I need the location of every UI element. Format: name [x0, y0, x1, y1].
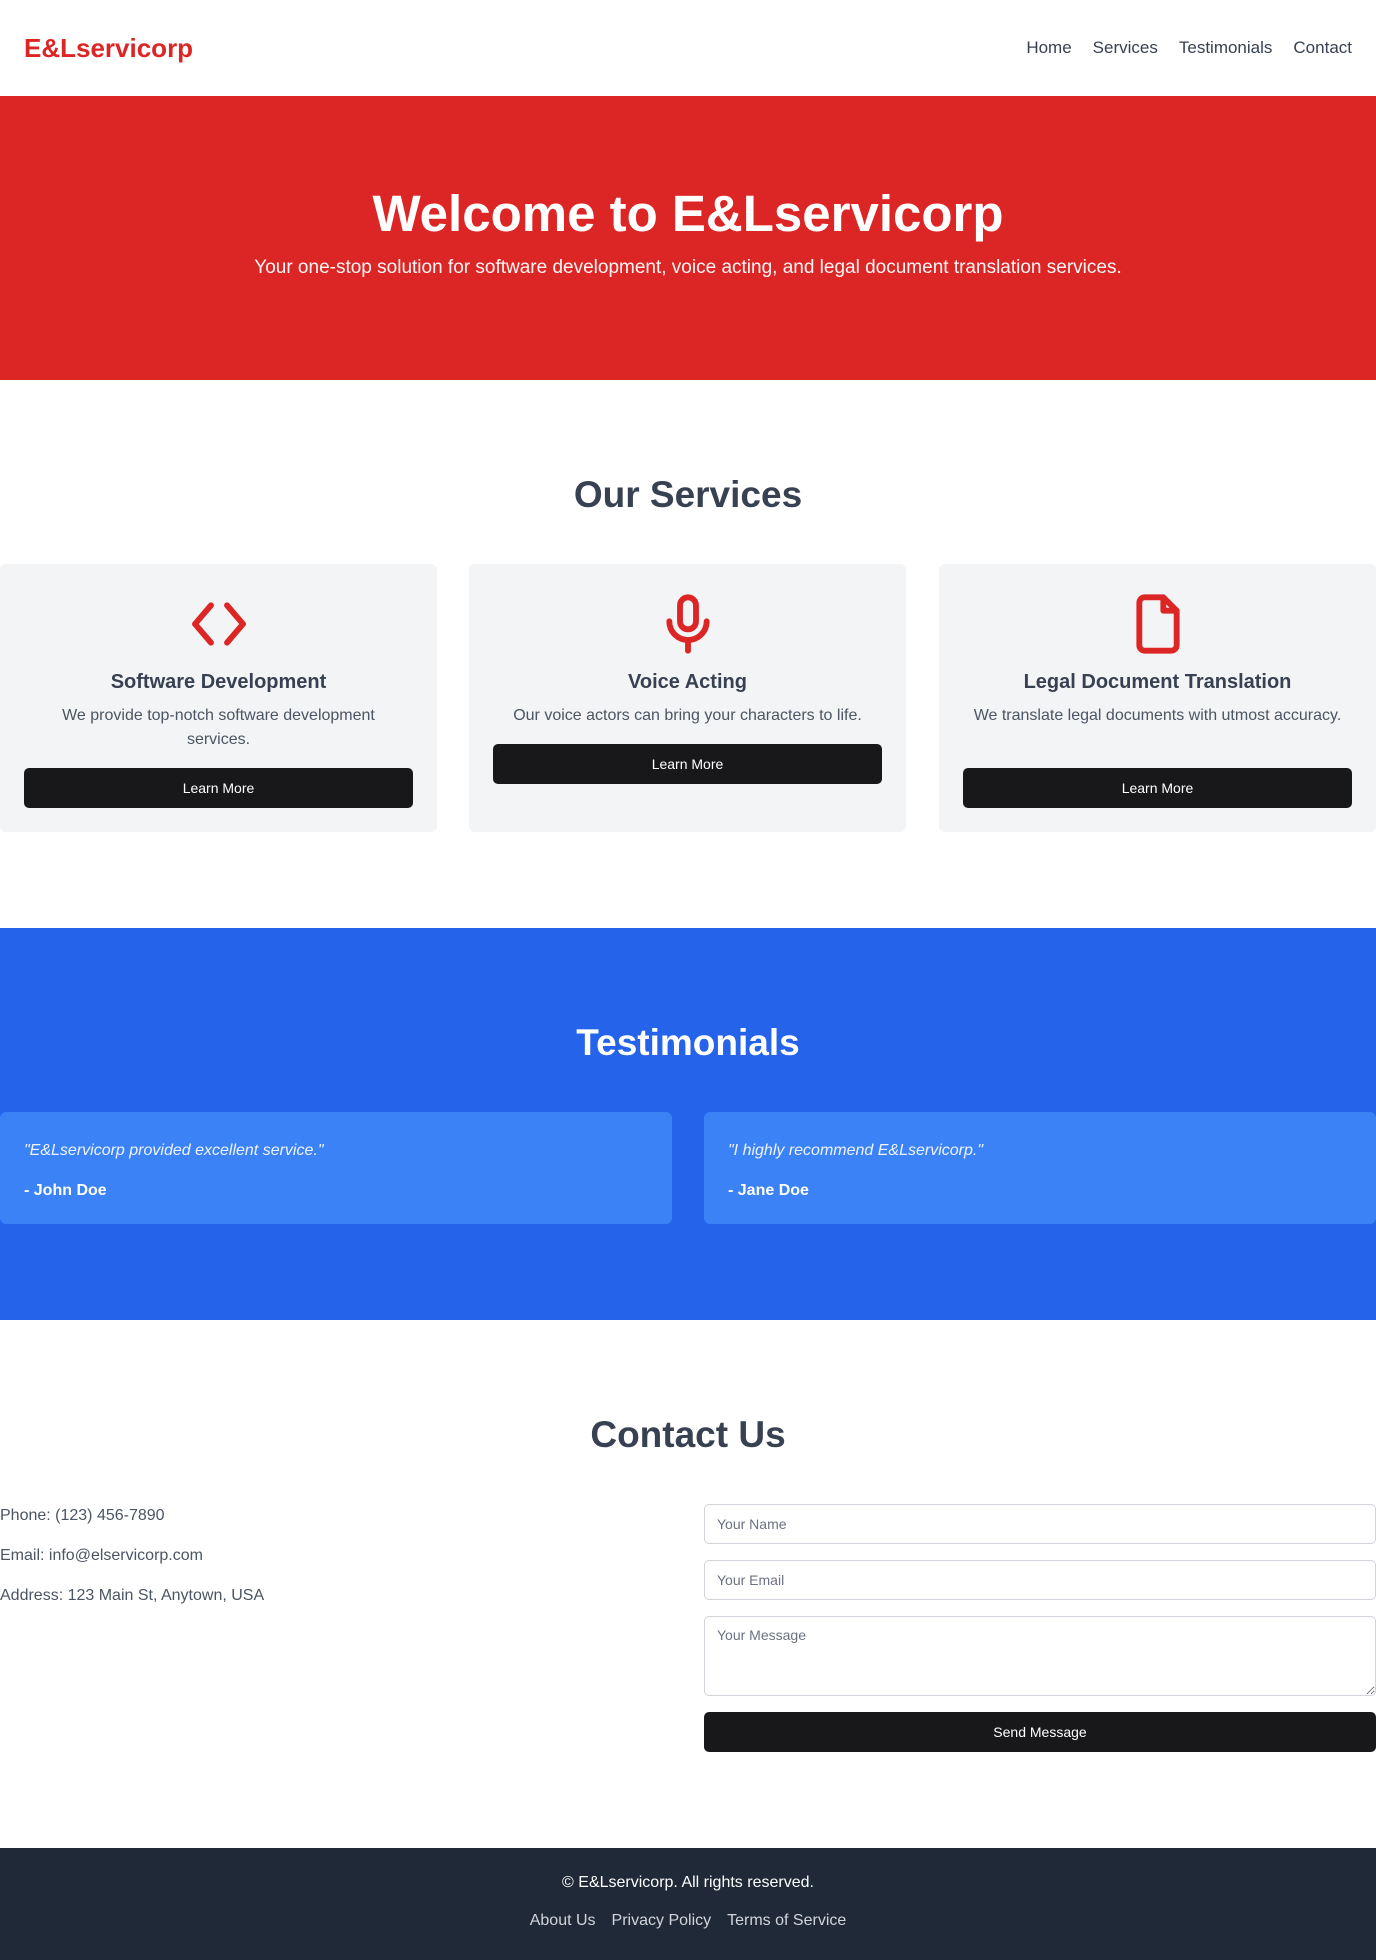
contact-email: Email: info@elservicorp.com — [0, 1547, 203, 1564]
nav-link-testimonials[interactable]: Testimonials — [1179, 38, 1273, 58]
send-message-button[interactable]: Send Message — [704, 1712, 1376, 1752]
microphone-icon — [469, 592, 906, 656]
nav-link-contact[interactable]: Contact — [1293, 38, 1352, 58]
document-icon — [939, 592, 1376, 656]
testimonial-card: "E&Lservicorp provided excellent service… — [0, 1112, 672, 1224]
testimonial-quote: "E&Lservicorp provided excellent service… — [24, 1142, 324, 1159]
service-card-software: Software Development We provide top-notc… — [0, 564, 437, 832]
service-description: Our voice actors can bring your characte… — [513, 707, 862, 724]
services-title: Our Services — [573, 474, 803, 515]
message-textarea[interactable] — [704, 1616, 1376, 1696]
email-input[interactable] — [704, 1560, 1376, 1600]
learn-more-button[interactable]: Learn More — [963, 768, 1352, 808]
hero-title: Welcome to E&Lservicorp — [372, 185, 1004, 242]
footer-links: About Us Privacy Policy Terms of Service — [0, 1912, 1376, 1930]
contact-address: Address: 123 Main St, Anytown, USA — [0, 1587, 265, 1604]
learn-more-button[interactable]: Learn More — [24, 768, 413, 808]
testimonials-title: Testimonials — [576, 1022, 800, 1063]
code-icon — [0, 592, 437, 656]
service-description: We provide top-notch software developmen… — [62, 707, 375, 748]
nav-link-home[interactable]: Home — [1026, 38, 1071, 58]
service-title: Software Development — [110, 671, 327, 693]
service-card-translation: Legal Document Translation We translate … — [939, 564, 1376, 832]
service-title: Voice Acting — [628, 671, 747, 693]
name-input[interactable] — [704, 1504, 1376, 1544]
learn-more-button[interactable]: Learn More — [493, 744, 882, 784]
contact-phone: Phone: (123) 456-7890 — [0, 1507, 165, 1524]
testimonials-section: Testimonials "E&Lservicorp provided exce… — [0, 928, 1376, 1320]
main-nav: Home Services Testimonials Contact — [1026, 38, 1352, 58]
hero-section: Welcome to E&Lservicorp Your one-stop so… — [0, 96, 1376, 380]
site-header: E&Lservicorp Home Services Testimonials … — [0, 0, 1376, 96]
testimonial-card: "I highly recommend E&Lservicorp." - Jan… — [704, 1112, 1376, 1224]
footer-link-about[interactable]: About Us — [530, 1912, 596, 1930]
nav-link-services[interactable]: Services — [1093, 38, 1158, 58]
footer-link-terms[interactable]: Terms of Service — [727, 1912, 846, 1930]
service-description: We translate legal documents with utmost… — [973, 707, 1342, 724]
service-title: Legal Document Translation — [1023, 671, 1292, 693]
footer-link-privacy[interactable]: Privacy Policy — [612, 1912, 712, 1930]
testimonial-author: - John Doe — [24, 1182, 107, 1199]
service-card-voice: Voice Acting Our voice actors can bring … — [469, 564, 906, 832]
hero-subtitle: Your one-stop solution for software deve… — [254, 257, 1122, 278]
footer-copyright: © E&Lservicorp. All rights reserved. — [562, 1874, 814, 1891]
site-logo[interactable]: E&Lservicorp — [24, 33, 193, 64]
site-footer: © E&Lservicorp. All rights reserved. Abo… — [0, 1848, 1376, 1960]
contact-title: Contact Us — [590, 1414, 786, 1455]
testimonial-author: - Jane Doe — [728, 1182, 809, 1199]
testimonial-quote: "I highly recommend E&Lservicorp." — [728, 1142, 984, 1159]
